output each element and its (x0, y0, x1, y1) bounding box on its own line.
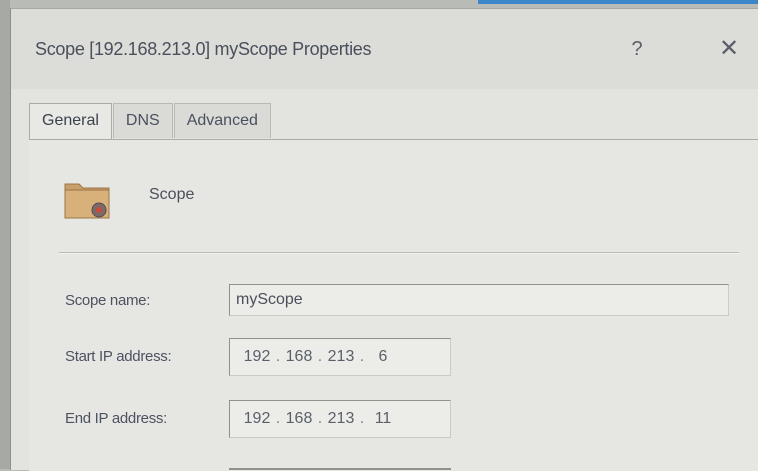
start-ip-octet-1[interactable]: 192 (240, 348, 274, 366)
scope-name-label: Scope name: (65, 292, 151, 309)
ip-dot: . (275, 348, 281, 365)
tab-advanced[interactable]: Advanced (173, 103, 271, 138)
screen-left-edge (0, 0, 10, 469)
scope-header-label: Scope (149, 186, 195, 203)
ip-dot: . (359, 348, 365, 365)
end-ip-input[interactable]: 192 . 168 . 213 . 11 (229, 400, 451, 438)
window-title: Scope [192.168.213.0] myScope Properties (35, 39, 372, 59)
start-ip-octet-4[interactable]: 6 (366, 348, 400, 366)
end-ip-octet-4[interactable]: 11 (366, 410, 400, 428)
next-field-edge (229, 468, 451, 470)
section-divider (59, 252, 739, 253)
end-ip-octet-1[interactable]: 192 (240, 410, 274, 428)
close-button[interactable]: ✕ (715, 35, 743, 63)
start-ip-label: Start IP address: (65, 348, 172, 365)
help-button[interactable]: ? (625, 35, 649, 63)
ip-dot: . (359, 410, 365, 427)
tab-general[interactable]: General (29, 103, 112, 140)
tab-strip: General DNS Advanced (29, 103, 272, 140)
start-ip-input[interactable]: 192 . 168 . 213 . 6 (229, 338, 451, 376)
title-bar: Scope [192.168.213.0] myScope Properties… (11, 9, 758, 89)
start-ip-octet-3[interactable]: 213 (324, 348, 358, 366)
end-ip-label: End IP address: (65, 410, 167, 427)
scope-name-input[interactable] (229, 284, 729, 316)
ip-dot: . (317, 410, 323, 427)
general-tab-panel: Scope Scope name: Start IP address: 192 … (29, 139, 758, 471)
tab-dns[interactable]: DNS (112, 103, 173, 138)
end-ip-octet-2[interactable]: 168 (282, 410, 316, 428)
scope-properties-dialog: Scope [192.168.213.0] myScope Properties… (10, 8, 758, 471)
accent-bar (478, 0, 758, 4)
folder-icon (64, 183, 110, 219)
ip-dot: . (317, 348, 323, 365)
ip-dot: . (275, 410, 281, 427)
end-ip-octet-3[interactable]: 213 (324, 410, 358, 428)
start-ip-octet-2[interactable]: 168 (282, 348, 316, 366)
